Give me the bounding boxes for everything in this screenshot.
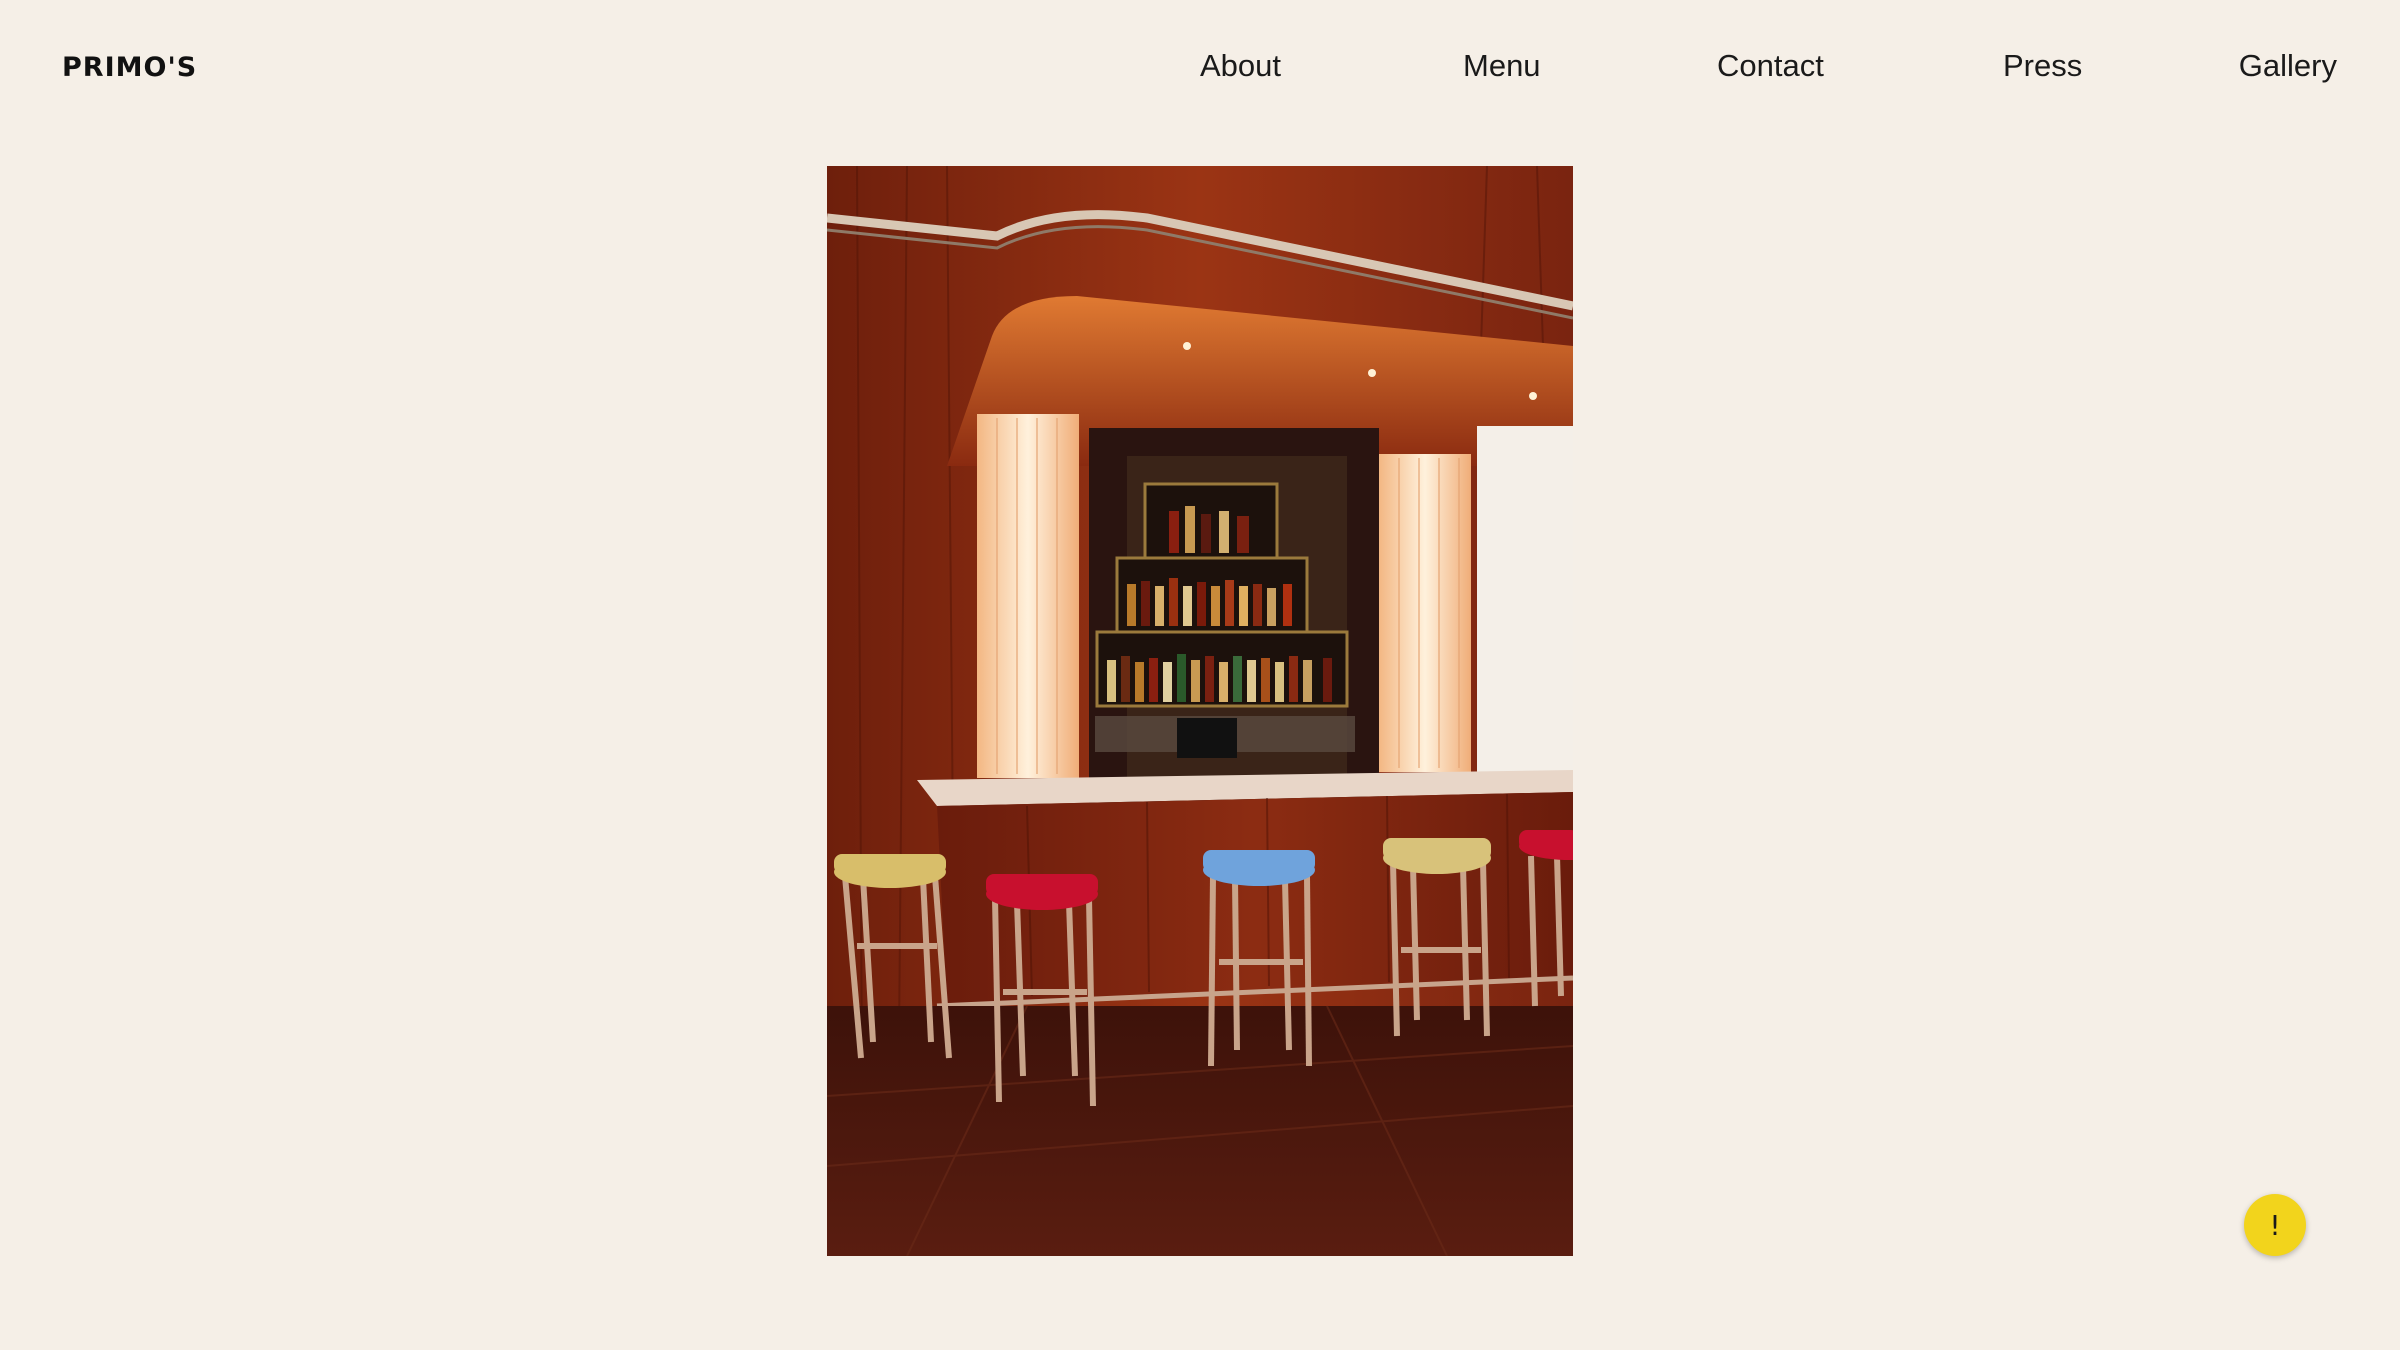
main-nav: About Menu Contact Press Gallery — [0, 48, 2400, 88]
page: PRIMO'S About Menu Contact Press Gallery — [0, 0, 2400, 1350]
nav-link-menu[interactable]: Menu — [1463, 48, 1541, 84]
nav-link-gallery[interactable]: Gallery — [2239, 48, 2337, 84]
nav-link-press[interactable]: Press — [2003, 48, 2082, 84]
notice-button[interactable]: ! — [2244, 1194, 2306, 1256]
bar-interior-illustration — [827, 166, 1573, 1256]
hero-photo — [827, 166, 1573, 1256]
nav-link-contact[interactable]: Contact — [1717, 48, 1824, 84]
nav-link-about[interactable]: About — [1200, 48, 1281, 84]
